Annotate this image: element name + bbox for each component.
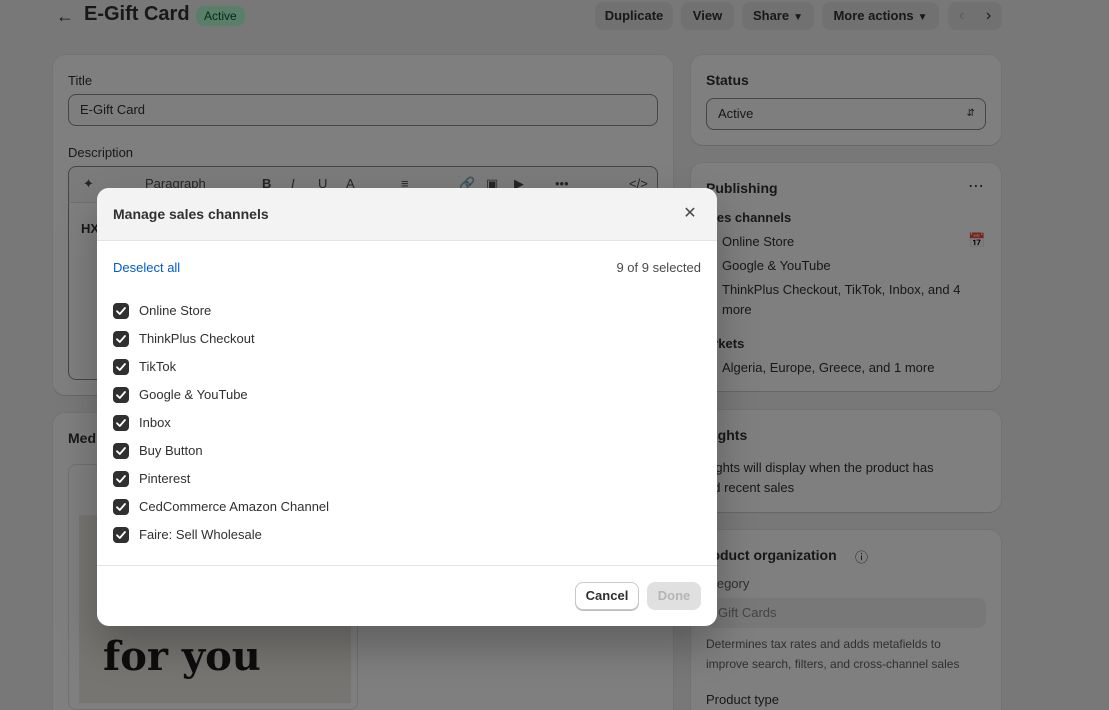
- channel-label: Google & YouTube: [139, 387, 248, 402]
- checkmark-icon: [116, 531, 126, 539]
- channel-label: Online Store: [139, 303, 212, 318]
- checkmark-icon: [116, 335, 126, 343]
- checkmark-icon: [116, 391, 126, 399]
- checkmark-icon: [116, 447, 126, 455]
- channel-checkbox[interactable]: [113, 443, 129, 459]
- channel-checkbox[interactable]: [113, 303, 129, 319]
- selected-count: 9 of 9 selected: [616, 260, 701, 275]
- channel-label: CedCommerce Amazon Channel: [139, 499, 330, 514]
- checkmark-icon: [116, 503, 126, 511]
- modal-footer: Cancel Done: [97, 565, 717, 626]
- product-page: ← E-Gift Card Active Duplicate View Shar…: [0, 0, 1109, 710]
- channel-checkbox[interactable]: [113, 359, 129, 375]
- channel-checkbox[interactable]: [113, 331, 129, 347]
- done-button[interactable]: Done: [647, 582, 701, 610]
- channel-label: Buy Button: [139, 443, 203, 458]
- channel-checkbox[interactable]: [113, 415, 129, 431]
- channel-label: Pinterest: [139, 471, 191, 486]
- checkmark-icon: [116, 475, 126, 483]
- channel-label: ThinkPlus Checkout: [139, 331, 255, 346]
- channel-checkbox[interactable]: [113, 471, 129, 487]
- checkmark-icon: [116, 363, 126, 371]
- channel-checkbox[interactable]: [113, 527, 129, 543]
- modal-title: Manage sales channels: [113, 206, 269, 222]
- checkmark-icon: [116, 307, 126, 315]
- channel-label: Faire: Sell Wholesale: [139, 527, 262, 542]
- cancel-button[interactable]: Cancel: [575, 582, 639, 610]
- checkmark-icon: [116, 419, 126, 427]
- channel-checkbox[interactable]: [113, 387, 129, 403]
- channel-label: TikTok: [139, 359, 177, 374]
- deselect-all-link[interactable]: Deselect all: [113, 260, 180, 275]
- modal-header: Manage sales channels ✕: [97, 188, 717, 241]
- manage-sales-channels-modal: Manage sales channels ✕ Deselect all 9 o…: [97, 188, 717, 626]
- channel-checkbox[interactable]: [113, 499, 129, 515]
- close-icon[interactable]: ✕: [680, 204, 700, 224]
- channel-label: Inbox: [139, 415, 171, 430]
